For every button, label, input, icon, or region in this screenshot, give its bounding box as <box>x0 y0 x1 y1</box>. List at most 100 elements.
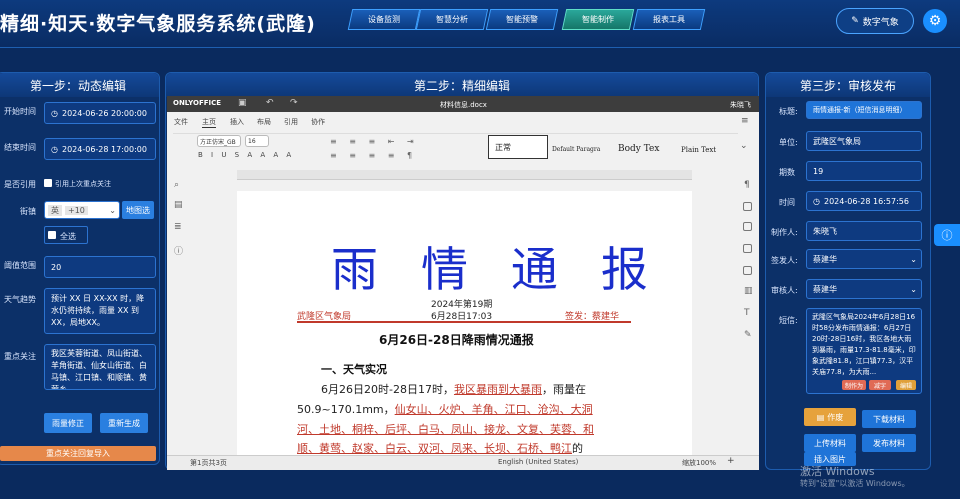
street-select[interactable]: 英 +10 ⌄ <box>44 201 120 219</box>
chevron-down-icon: ⌄ <box>910 284 917 294</box>
unit-label: 单位: <box>779 138 798 147</box>
clock-icon: ◷ <box>813 196 820 206</box>
file-icon: ▤ <box>816 412 825 422</box>
textart-settings-icon[interactable]: T <box>744 308 750 318</box>
focus-import-button[interactable]: 重点关注回复导入 <box>0 446 156 461</box>
rain-verify-button[interactable]: 雨量修正 <box>44 413 92 433</box>
sms-tag-reduce[interactable]: 减字 <box>869 380 891 390</box>
chart-settings-icon[interactable]: ▥ <box>744 286 753 296</box>
menu-insert[interactable]: 插入 <box>230 117 244 127</box>
ruler <box>237 170 692 180</box>
nav-smart-analysis[interactable]: 智慧分析 <box>415 9 489 30</box>
nav-smart-warning[interactable]: 智能预警 <box>485 9 559 30</box>
menu-layout[interactable]: 布局 <box>257 117 271 127</box>
step3-title: 第三步：审核发布 <box>766 73 930 97</box>
chevron-down-icon[interactable]: ⌄ <box>740 141 748 151</box>
doc-heading: 雨 情 通 报 <box>331 243 662 298</box>
sms-label: 短信: <box>779 316 798 325</box>
reviewer-label: 审核人: <box>771 286 798 295</box>
unit-field[interactable]: 武隆区气象局 <box>806 131 922 151</box>
nav-report-tools[interactable]: 报表工具 <box>632 9 706 30</box>
trend-label: 天气趋势 <box>4 295 36 304</box>
list-buttons[interactable]: ≡ ≡ ≡ ⇤ ⇥ <box>330 137 419 146</box>
nav-device-monitor[interactable]: 设备监测 <box>347 9 421 30</box>
font-size-select[interactable]: 16 <box>245 135 269 147</box>
search-icon[interactable]: ⌕ <box>174 180 179 190</box>
zoom-in-icon[interactable]: + <box>727 456 735 466</box>
start-time-label: 开始时间 <box>4 107 36 116</box>
issue-label: 期数 <box>779 168 795 177</box>
menu-file[interactable]: 文件 <box>174 117 188 127</box>
signer-select[interactable]: 蔡建华 ⌄ <box>806 249 922 269</box>
sms-tag-make[interactable]: 制作为 <box>842 380 866 390</box>
digital-weather-button[interactable]: ✎ 数字气象 <box>836 8 914 34</box>
title-field[interactable]: 雨情通报-新（短信消息明细） <box>806 101 922 119</box>
sms-tag-edit[interactable]: 编辑 <box>896 380 916 390</box>
time-field[interactable]: ◷ 2024-06-28 16:57:56 <box>806 191 922 211</box>
street-label: 街镇 <box>20 207 36 216</box>
end-time-field[interactable]: ◷ 2024-06-28 17:00:00 <box>44 138 156 160</box>
red-rule <box>297 321 631 323</box>
align-buttons[interactable]: ≡ ≡ ≡ ≡ ¶ <box>330 151 417 160</box>
style-body-text[interactable]: Body Tex <box>618 144 659 154</box>
focus-textarea[interactable]: 我区芙蓉街道、凤山街道、羊角街道、仙女山街道、白马镇、江口镇、和顺镇、黄莺乡 <box>44 344 156 390</box>
doc-paragraph-line2: 50.9~170.1mm，仙女山、火炉、羊角、江口、沧沟、大洞 <box>297 403 593 416</box>
redo-icon[interactable]: ↷ <box>290 98 298 108</box>
step1-title: 第一步：动态编辑 <box>0 73 159 97</box>
upload-button[interactable]: 上传材料 <box>804 434 856 452</box>
image-settings-icon[interactable] <box>743 222 752 231</box>
end-time-label: 结束时间 <box>4 143 36 152</box>
language-select[interactable]: English (United States) <box>498 458 578 466</box>
font-family-select[interactable]: 方正仿宋_GB <box>197 135 241 147</box>
document-page[interactable]: 雨 情 通 报 2024年第19期 武隆区气象局 6月28日17:03 签发：蔡… <box>237 191 692 455</box>
void-button[interactable]: ▤ 作废 <box>804 408 856 426</box>
nav-smart-production[interactable]: 智能制作 <box>561 9 635 30</box>
windows-watermark-title: 激活 Windows <box>800 465 875 478</box>
doc-paragraph-line3: 河、土地、桐梓、后坪、白马、凤山、接龙、文复、芙蓉、和 <box>297 423 594 436</box>
ref-option-label: 引用上次重点关注 <box>55 180 111 188</box>
menu-home[interactable]: 主页 <box>202 117 216 128</box>
signature-icon[interactable]: ✎ <box>744 330 752 340</box>
style-default-paragraph[interactable]: Default Paragra <box>552 146 600 153</box>
app-title: 精细·知天·数字气象服务系统(武隆) <box>0 13 316 35</box>
ref-checkbox[interactable] <box>44 179 52 187</box>
time-label: 时间 <box>779 198 795 207</box>
format-buttons[interactable]: B I U S A A A A <box>198 151 294 159</box>
menu-collaboration[interactable]: 协作 <box>311 117 325 127</box>
windows-watermark-hint: 转到"设置"以激活 Windows。 <box>800 479 910 488</box>
focus-label: 重点关注 <box>4 352 36 361</box>
ref-label: 是否引用 <box>4 180 36 189</box>
download-button[interactable]: 下载材料 <box>862 410 916 428</box>
clock-icon: ◷ <box>51 144 58 154</box>
regenerate-button[interactable]: 重新生成 <box>100 413 148 433</box>
paragraph-icon[interactable]: ¶ <box>744 180 750 190</box>
style-normal[interactable]: 正常 <box>488 135 548 159</box>
settings-gear-icon[interactable]: ⚙ <box>923 9 947 33</box>
publish-button[interactable]: 发布材料 <box>862 434 916 452</box>
clock-icon: ◷ <box>51 108 58 118</box>
maker-field[interactable]: 朱晓飞 <box>806 221 922 241</box>
undo-icon[interactable]: ↶ <box>266 98 274 108</box>
hamburger-icon[interactable]: ≡ <box>741 116 749 126</box>
reviewer-select[interactable]: 蔡建华 ⌄ <box>806 279 922 299</box>
navigation-icon[interactable]: ≣ <box>174 222 182 232</box>
doc-paragraph-line1: 6月26日20时-28日17时，我区暴雨到大暴雨，雨量在 <box>321 383 586 396</box>
save-icon[interactable]: ▣ <box>238 98 247 108</box>
doc-section-title: 一、天气实况 <box>321 363 387 376</box>
document-filename: 材料信息.docx <box>440 101 487 109</box>
info-icon[interactable]: ⓘ <box>174 244 183 257</box>
header-footer-icon[interactable] <box>743 244 752 253</box>
threshold-input[interactable]: 20 <box>44 256 156 278</box>
issue-field[interactable]: 19 <box>806 161 922 181</box>
shape-settings-icon[interactable] <box>743 266 752 275</box>
style-plain-text[interactable]: Plain Text <box>681 146 716 154</box>
start-time-field[interactable]: ◷ 2024-06-26 20:00:00 <box>44 102 156 124</box>
trend-textarea[interactable]: 预计 XX 日 XX-XX 时，降水仍将持续，雨量 XX 到 XX，局地XX。 <box>44 288 156 334</box>
comment-icon[interactable]: ▤ <box>174 200 183 210</box>
menu-references[interactable]: 引用 <box>284 117 298 127</box>
threshold-label: 阈值范围 <box>4 261 36 270</box>
zoom-level[interactable]: 缩放100% <box>682 458 716 468</box>
table-settings-icon[interactable] <box>743 202 752 211</box>
map-select-button[interactable]: 地图选 <box>122 201 154 219</box>
info-float-icon[interactable]: ⓘ <box>934 224 960 246</box>
